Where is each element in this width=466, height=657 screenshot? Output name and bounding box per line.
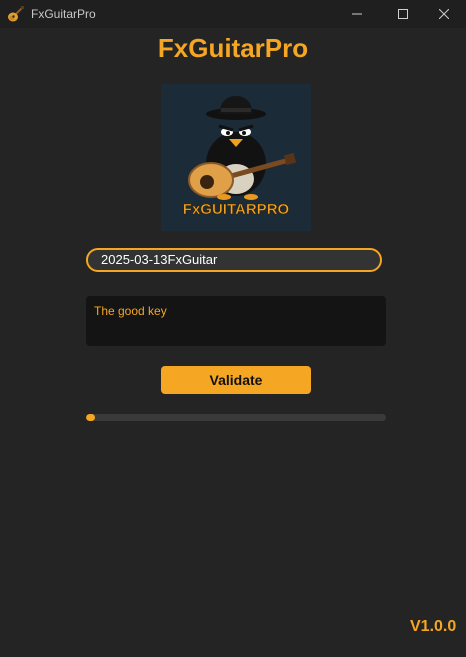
- progress-bar: [86, 414, 386, 421]
- status-message-box: The good key: [86, 296, 386, 346]
- status-message: The good key: [94, 304, 167, 318]
- validate-button[interactable]: Validate: [161, 366, 311, 394]
- close-icon: [439, 9, 449, 19]
- license-key-input[interactable]: [86, 248, 382, 272]
- minimize-button[interactable]: [334, 0, 380, 28]
- guitar-icon: [7, 5, 25, 23]
- logo-text: FxGUITARPRO: [183, 201, 290, 218]
- maximize-icon: [398, 9, 408, 19]
- version-label: V1.0.0: [410, 618, 457, 635]
- close-button[interactable]: [422, 0, 466, 28]
- app-heading: FxGuitarPro: [157, 33, 309, 63]
- title-bar[interactable]: FxGuitarPro: [0, 0, 466, 28]
- maximize-button[interactable]: [380, 0, 426, 28]
- minimize-icon: [352, 13, 362, 15]
- window-title: FxGuitarPro: [31, 7, 96, 21]
- progress-fill: [86, 414, 95, 421]
- app-logo: FxGUITARPRO: [161, 84, 311, 231]
